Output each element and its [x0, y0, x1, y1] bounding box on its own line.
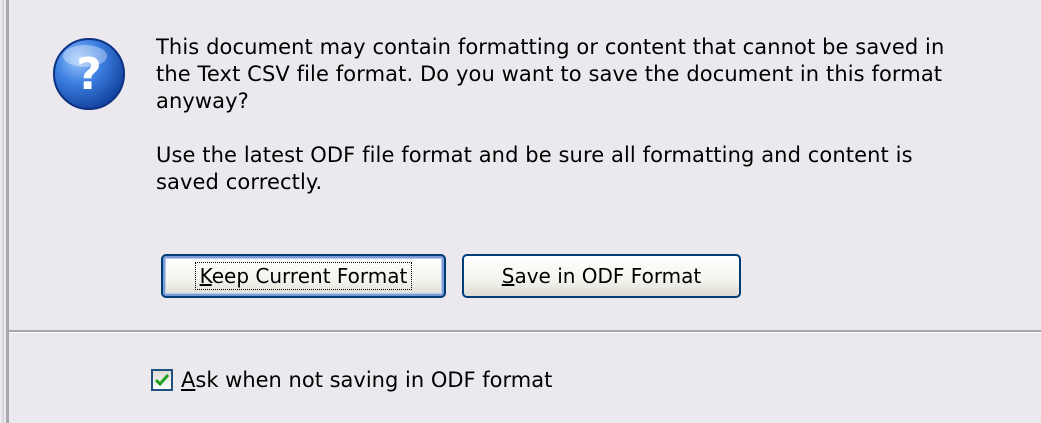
- message-line-2: the Text CSV file format. Do you want to…: [156, 62, 943, 86]
- ask-checkbox[interactable]: [151, 369, 173, 391]
- svg-text:?: ?: [76, 49, 102, 100]
- ask-checkbox-row[interactable]: Ask when not saving in ODF format: [151, 367, 552, 393]
- dialog-message: This document may contain formatting or …: [156, 34, 1026, 196]
- message-line-3: anyway?: [156, 89, 249, 113]
- message-paragraph-1: This document may contain formatting or …: [156, 34, 1026, 115]
- message-line-1: This document may contain formatting or …: [156, 35, 945, 59]
- window-border: [0, 0, 9, 423]
- save-in-odf-format-button[interactable]: Save in ODF Format: [462, 254, 741, 298]
- save-button-label: Save in ODF Format: [501, 264, 702, 288]
- divider: [9, 330, 1041, 333]
- keep-current-format-button[interactable]: Keep Current Format: [161, 254, 446, 298]
- message-paragraph-2: Use the latest ODF file format and be su…: [156, 142, 1026, 196]
- checkmark-icon: [154, 374, 170, 387]
- message2-line-2: saved correctly.: [156, 170, 323, 194]
- keep-button-label: Keep Current Format: [194, 262, 413, 290]
- ask-checkbox-label[interactable]: Ask when not saving in ODF format: [181, 368, 552, 392]
- question-icon: ?: [51, 36, 127, 112]
- message2-line-1: Use the latest ODF file format and be su…: [156, 143, 913, 167]
- save-format-dialog: ? This document may contain formatting o…: [9, 0, 1041, 423]
